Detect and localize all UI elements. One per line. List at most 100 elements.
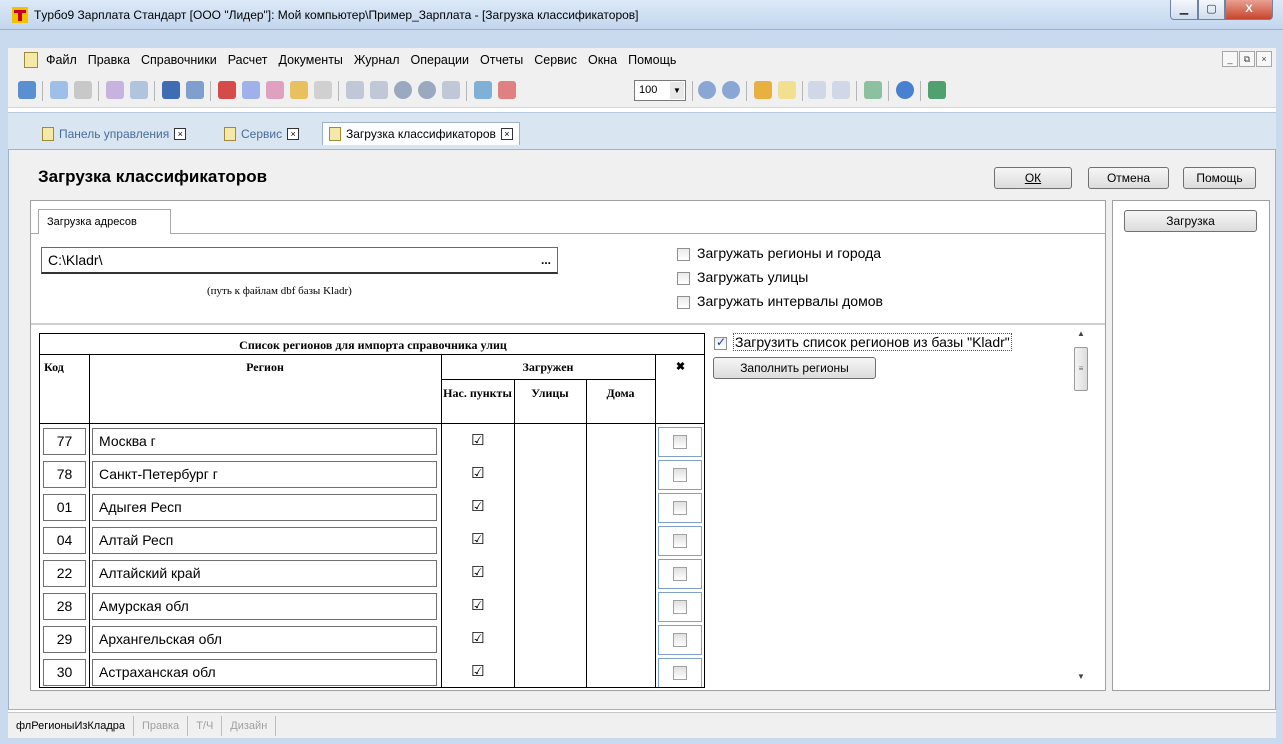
column-header-streets[interactable]: Улицы	[514, 386, 586, 401]
scroll-down-icon[interactable]: ▼	[1077, 672, 1085, 681]
menu-references[interactable]: Справочники	[141, 53, 217, 67]
mark-checkbox[interactable]	[673, 666, 687, 680]
load-houses-checkbox[interactable]	[677, 296, 690, 309]
close-tab-icon[interactable]: ×	[287, 127, 300, 140]
print-preview-icon[interactable]	[106, 81, 124, 99]
remove-icon[interactable]	[418, 81, 436, 99]
help-button[interactable]: Помощь	[1183, 167, 1256, 189]
pencil-icon[interactable]	[266, 81, 284, 99]
load-regions-checkbox[interactable]	[677, 248, 690, 261]
load-streets-checkbox[interactable]	[677, 272, 690, 285]
maximize-button[interactable]: ▢	[1198, 0, 1225, 20]
menu-reports[interactable]: Отчеты	[480, 53, 523, 67]
region-code-cell[interactable]: 28	[43, 593, 86, 620]
mark-checkbox[interactable]	[673, 501, 687, 515]
print-icon[interactable]	[130, 81, 148, 99]
region-code-cell[interactable]: 77	[43, 428, 86, 455]
column-header-region[interactable]: Регион	[89, 360, 441, 375]
tab-service[interactable]: Сервис ×	[218, 122, 300, 145]
region-name-cell[interactable]: Москва г	[92, 428, 437, 455]
mark-checkbox[interactable]	[673, 435, 687, 449]
column-header-places[interactable]: Нас. пункты	[441, 386, 514, 400]
menu-windows[interactable]: Окна	[588, 53, 617, 67]
close-window-button[interactable]: X	[1225, 0, 1273, 20]
menu-edit[interactable]: Правка	[88, 53, 130, 67]
previous-icon[interactable]	[698, 81, 716, 99]
edit-icon[interactable]	[242, 81, 260, 99]
cancel-button[interactable]: Отмена	[1088, 167, 1169, 189]
menu-help[interactable]: Помощь	[628, 53, 676, 67]
load-list-checkbox[interactable]	[714, 335, 727, 350]
close-tab-icon[interactable]: ×	[174, 127, 187, 140]
zoom-select[interactable]: 100 ▼	[634, 80, 686, 101]
region-code-cell[interactable]: 78	[43, 461, 86, 488]
fill-regions-button[interactable]: Заполнить регионы	[713, 357, 876, 379]
region-code-cell[interactable]: 04	[43, 527, 86, 554]
region-code-cell[interactable]: 22	[43, 560, 86, 587]
printer-settings-icon[interactable]	[864, 81, 882, 99]
mark-checkbox[interactable]	[673, 534, 687, 548]
mark-checkbox[interactable]	[673, 600, 687, 614]
status-table-part[interactable]: Т/Ч	[188, 715, 223, 736]
copy-icon[interactable]	[50, 81, 68, 99]
menu-journal[interactable]: Журнал	[354, 53, 400, 67]
region-name-cell[interactable]: Алтайский край	[92, 560, 437, 587]
wizard-icon[interactable]	[290, 81, 308, 99]
chevron-down-icon[interactable]: ▼	[670, 82, 684, 99]
scroll-thumb[interactable]: ≡	[1074, 347, 1088, 391]
vertical-scrollbar[interactable]: ▲ ≡ ▼	[1073, 327, 1090, 687]
scroll-up-icon[interactable]: ▲	[1077, 329, 1085, 338]
mark-checkbox[interactable]	[673, 633, 687, 647]
home-icon[interactable]	[18, 81, 36, 99]
tab-load-addresses[interactable]: Загрузка адресов	[38, 209, 171, 234]
status-edit[interactable]: Правка	[134, 715, 189, 736]
mark-column-icon[interactable]: ✖	[655, 360, 704, 373]
browse-button[interactable]: ...	[541, 248, 551, 273]
region-name-cell[interactable]: Амурская обл	[92, 593, 437, 620]
mdi-close-button[interactable]: ×	[1256, 51, 1272, 67]
document-list-icon[interactable]	[778, 81, 796, 99]
menu-operations[interactable]: Операции	[411, 53, 469, 67]
search-next-icon[interactable]	[186, 81, 204, 99]
search-icon[interactable]	[162, 81, 180, 99]
confirm-icon[interactable]	[394, 81, 412, 99]
menu-service[interactable]: Сервис	[534, 53, 577, 67]
menu-file[interactable]: Файл	[46, 53, 77, 67]
region-code-cell[interactable]: 29	[43, 626, 86, 653]
region-name-cell[interactable]: Архангельская обл	[92, 626, 437, 653]
status-design[interactable]: Дизайн	[222, 715, 277, 736]
ok-button[interactable]: ОК	[994, 167, 1072, 189]
column-header-code[interactable]: Код	[44, 360, 64, 375]
mark-checkbox[interactable]	[673, 567, 687, 581]
stop-icon[interactable]	[314, 81, 332, 99]
load-button[interactable]: Загрузка	[1124, 210, 1257, 232]
kladr-path-input[interactable]: C:\Kladr\ ...	[41, 247, 558, 274]
column-header-houses[interactable]: Дома	[586, 386, 655, 401]
title-bar[interactable]: Тyрбо9 Зарплата Стандарт [ООО "Лидер"]: …	[0, 0, 1283, 30]
region-code-cell[interactable]: 01	[43, 494, 86, 521]
chart-icon[interactable]	[218, 81, 236, 99]
forward-arrow-icon[interactable]	[832, 81, 850, 99]
paste-icon[interactable]	[74, 81, 92, 99]
new-record-icon[interactable]	[346, 81, 364, 99]
region-name-cell[interactable]: Адыгея Респ	[92, 494, 437, 521]
copy-record-icon[interactable]	[370, 81, 388, 99]
help-icon[interactable]	[896, 81, 914, 99]
folder-icon[interactable]	[754, 81, 772, 99]
region-code-cell[interactable]: 30	[43, 659, 86, 686]
tab-load-classifiers[interactable]: Загрузка классификаторов ×	[322, 122, 520, 145]
mark-checkbox[interactable]	[673, 468, 687, 482]
mark-icon[interactable]	[442, 81, 460, 99]
mdi-restore-button[interactable]: ⧉	[1239, 51, 1255, 67]
exit-icon[interactable]	[928, 81, 946, 99]
mdi-minimize-button[interactable]: _	[1222, 51, 1238, 67]
calendar-icon[interactable]	[498, 81, 516, 99]
minimize-button[interactable]: ▁	[1170, 0, 1198, 20]
region-name-cell[interactable]: Алтай Респ	[92, 527, 437, 554]
calculator-icon[interactable]	[474, 81, 492, 99]
back-arrow-icon[interactable]	[808, 81, 826, 99]
close-tab-icon[interactable]: ×	[500, 128, 513, 140]
region-name-cell[interactable]: Санкт-Петербург г	[92, 461, 437, 488]
next-icon[interactable]	[722, 81, 740, 99]
region-name-cell[interactable]: Астраханская обл	[92, 659, 437, 686]
